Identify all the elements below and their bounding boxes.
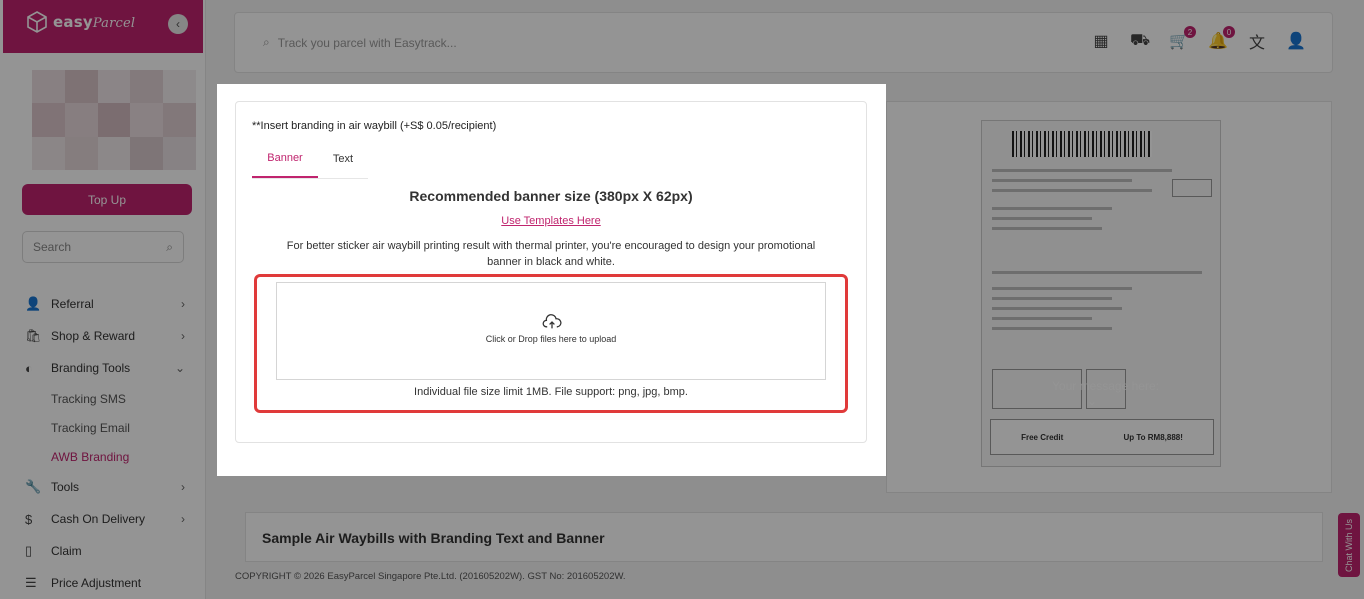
- tab-banner[interactable]: Banner: [252, 140, 318, 178]
- tab-text[interactable]: Text: [318, 140, 368, 178]
- branding-hint: **Insert branding in air waybill (+S$ 0.…: [252, 120, 497, 132]
- file-dropzone[interactable]: Click or Drop files here to upload: [276, 282, 826, 380]
- use-templates-link[interactable]: Use Templates Here: [236, 215, 866, 227]
- branding-tabs: Banner Text: [252, 140, 368, 179]
- printing-note: For better sticker air waybill printing …: [286, 240, 816, 268]
- cloud-upload-icon: [542, 314, 562, 329]
- awb-branding-modal: **Insert branding in air waybill (+S$ 0.…: [217, 84, 886, 476]
- upload-instructions: Click or Drop files here to upload: [485, 334, 617, 344]
- recommended-size: Recommended banner size (380px X 62px): [409, 188, 693, 204]
- branding-card: **Insert branding in air waybill (+S$ 0.…: [235, 101, 867, 443]
- file-limit-text: Individual file size limit 1MB. File sup…: [414, 386, 688, 398]
